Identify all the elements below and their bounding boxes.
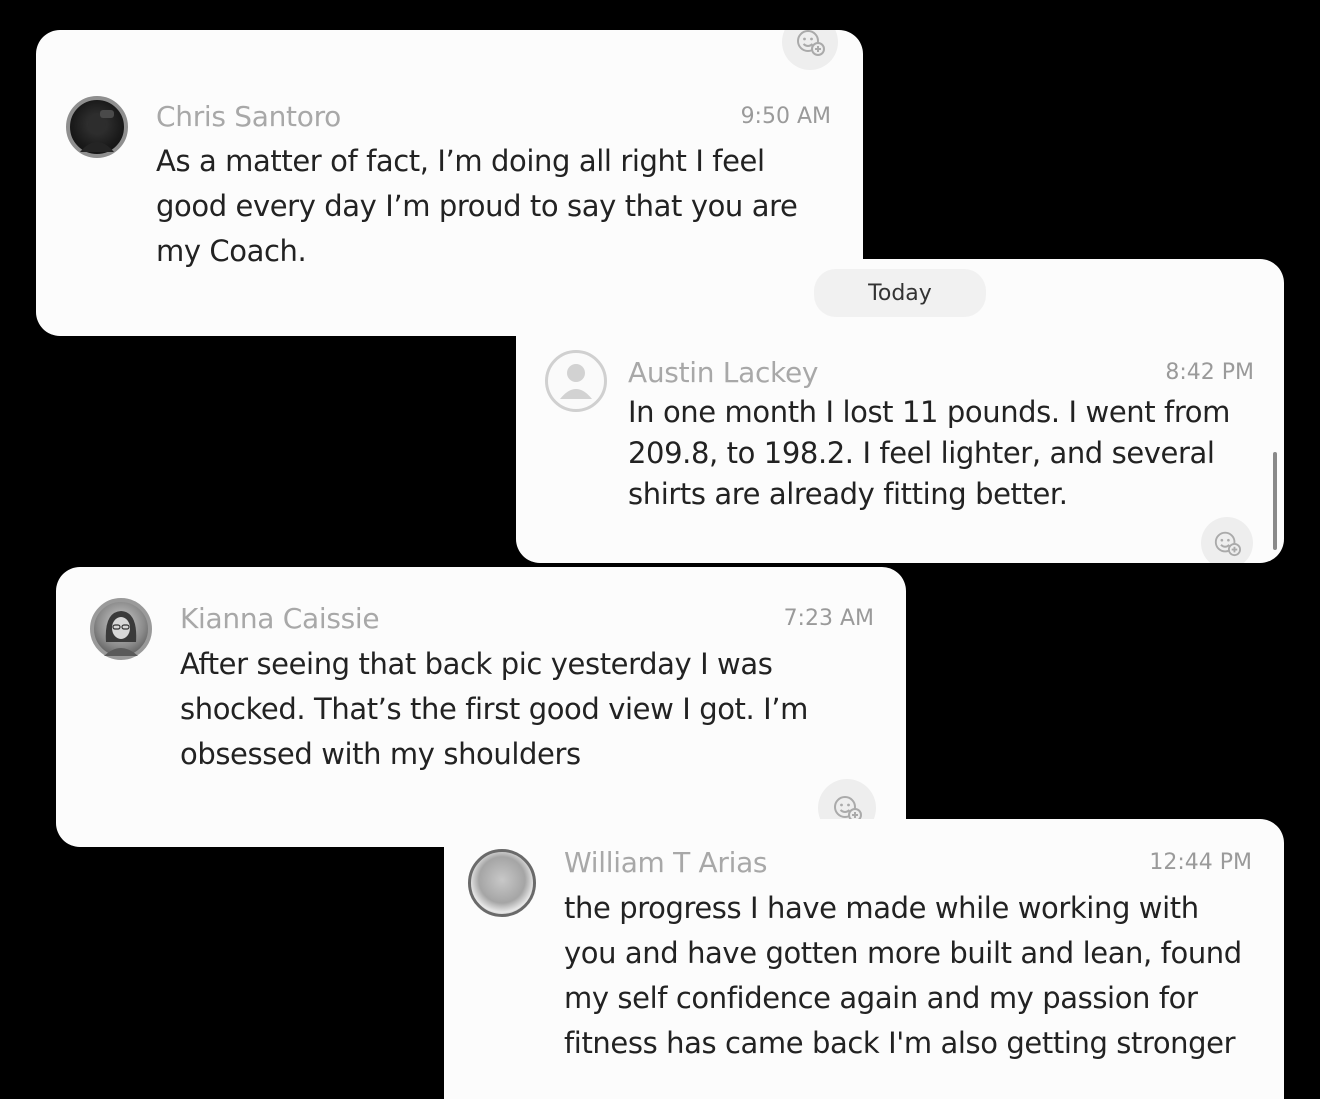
message-card-william: William T Arias 12:44 PM the progress I … — [444, 819, 1284, 1099]
sender-name: Kianna Caissie — [180, 602, 380, 635]
message-text: In one month I lost 11 pounds. I went fr… — [628, 395, 1230, 511]
sender-name: Austin Lackey — [628, 356, 819, 389]
avatar[interactable] — [468, 849, 536, 917]
add-reaction-icon[interactable] — [1201, 517, 1253, 563]
message-time: 7:23 AM — [783, 606, 874, 631]
date-separator-label: Today — [868, 280, 932, 306]
message-time: 12:44 PM — [1149, 850, 1252, 875]
message-text: After seeing that back pic yesterday I w… — [180, 647, 808, 771]
message-time: 9:50 AM — [740, 104, 831, 129]
avatar[interactable] — [90, 598, 152, 660]
message-card-kianna: Kianna Caissie 7:23 AM After seeing that… — [56, 567, 906, 847]
message-text: As a matter of fact, I’m doing all right… — [156, 144, 798, 268]
add-reaction-icon[interactable] — [782, 30, 838, 70]
message-card-austin: Today Austin Lackey 8:42 PM In one month… — [516, 259, 1284, 563]
date-separator: Today — [814, 269, 986, 317]
sender-name: Chris Santoro — [156, 100, 341, 133]
scrollbar[interactable] — [1273, 452, 1277, 550]
message-time: 8:42 PM — [1165, 360, 1254, 385]
default-user-icon[interactable] — [545, 350, 607, 412]
avatar[interactable] — [66, 96, 128, 158]
message-text: the progress I have made while working w… — [564, 891, 1242, 1060]
sender-name: William T Arias — [564, 846, 768, 879]
